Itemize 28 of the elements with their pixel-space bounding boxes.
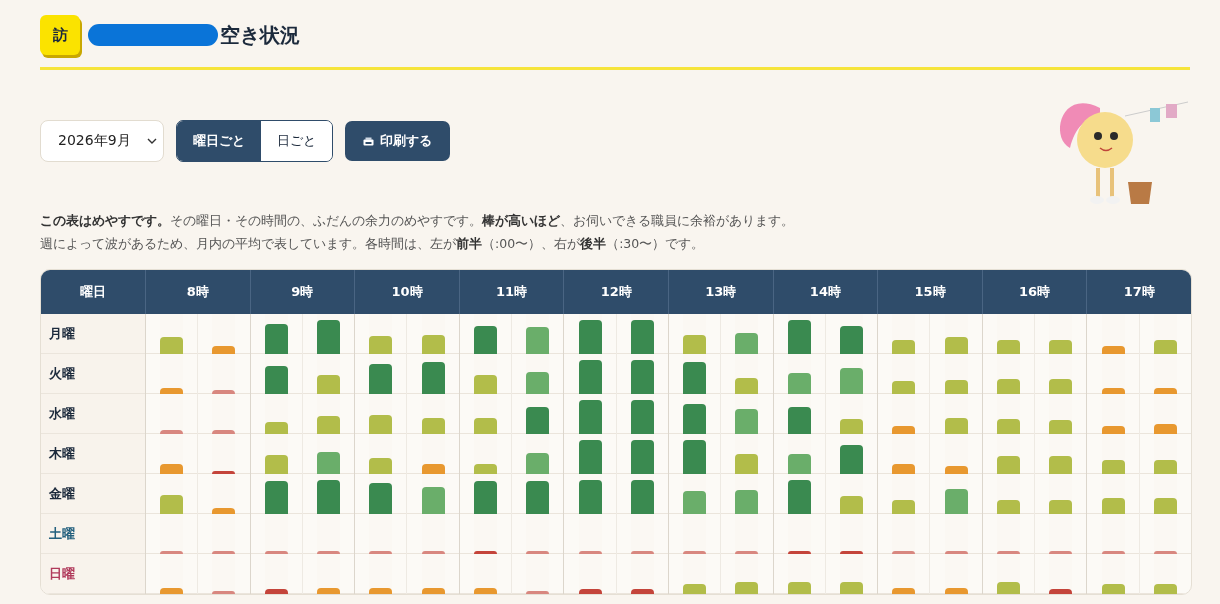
page-title: 空き状況 [220,21,300,49]
day-label: 金曜 [41,474,145,514]
day-label: 土曜 [41,514,145,554]
column-header: 10時 [354,270,459,314]
print-button[interactable]: 印刷する [345,121,450,161]
column-header: 13時 [668,270,773,314]
column-header: 17時 [1086,270,1191,314]
chevron-down-icon [147,138,157,144]
view-tab[interactable]: 曜日ごと [177,121,261,161]
column-header: 12時 [563,270,668,314]
view-tab[interactable]: 日ごと [261,121,332,161]
column-header: 14時 [772,270,878,314]
column-header: 曜日 [41,270,145,314]
column-header: 8時 [145,270,250,314]
day-label: 水曜 [41,394,145,434]
day-label: 木曜 [41,434,145,474]
day-label: 火曜 [41,354,145,394]
description-text: この表はめやすです。その曜日・その時間の、ふだんの余力のめやすです。棒が高いほど、お伺いできる職員に余裕があります。 [40,212,795,230]
description-text: 週によって波があるため、月内の平均で表しています。各時間は、左が前半（:00〜）、右が後半（:30〜）です。 [40,235,706,253]
day-label: 月曜 [41,314,145,354]
column-header: 16時 [981,270,1087,314]
day-label: 日曜 [41,554,145,594]
month-select[interactable]: 2026年9月 [40,120,164,162]
column-header: 15時 [877,270,982,314]
visit-badge: 訪 [40,15,80,55]
printer-icon [363,136,374,146]
column-header: 11時 [458,270,564,314]
column-header: 9時 [249,270,355,314]
